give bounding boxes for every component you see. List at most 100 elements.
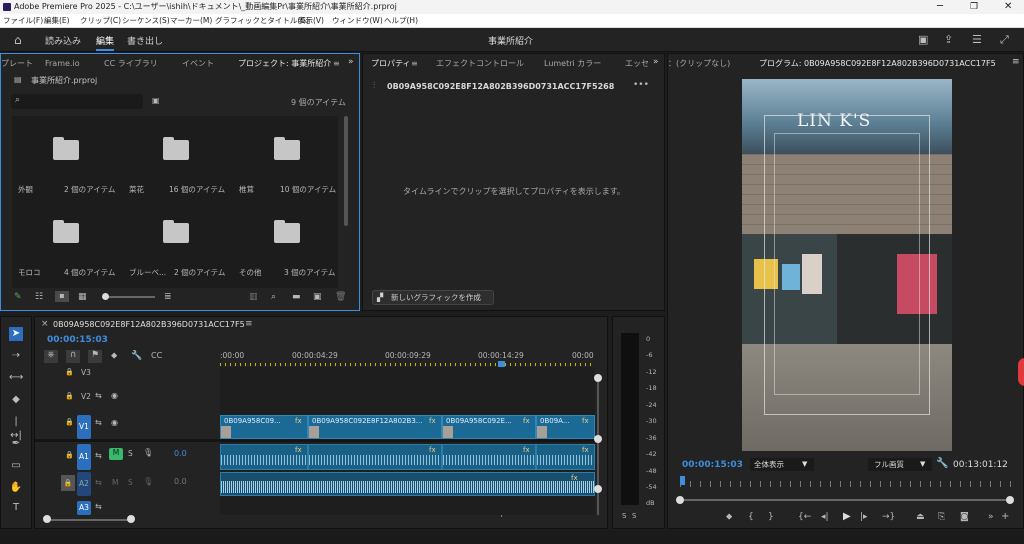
track-volume[interactable]: 0.0 [174,477,187,486]
menu-marker[interactable]: マーカー(M) [170,14,212,28]
share-icon[interactable]: ⇪ [944,33,953,46]
folder-icon[interactable] [274,137,300,160]
tab-effect-controls[interactable]: エフェクトコントロール [436,56,524,72]
lock-icon[interactable]: 🔒 [65,451,74,459]
panel-menu-icon[interactable]: ≡ [333,56,340,72]
list-view-icon[interactable]: ☷ [35,292,43,302]
type-tool-icon[interactable]: T [9,501,23,515]
tab-lumetri[interactable]: Lumetri カラー [544,56,601,72]
music-clip[interactable]: fx [220,472,595,496]
folder-icon[interactable] [53,220,79,243]
folder-icon[interactable] [163,220,189,243]
video-frame[interactable]: LIN K'S [742,79,952,451]
zoom-slider-handle[interactable] [102,293,109,300]
mark-in-icon[interactable]: { [748,512,754,522]
zoom-slider[interactable] [102,293,155,300]
go-to-in-icon[interactable]: {← [798,512,811,522]
minimize-icon[interactable]: ─ [937,0,943,14]
panel-menu-icon[interactable]: ≡ [245,319,253,329]
freeform-view-icon[interactable]: ▦ [78,292,87,302]
play-icon[interactable]: ▶ [843,511,851,522]
bin-scrollbar[interactable] [344,116,348,226]
ripple-edit-icon[interactable]: ⟷ [9,371,23,385]
tab-frameio[interactable]: Frame.io [45,56,80,72]
toggle-sync-icon[interactable]: ⇆ [95,418,102,427]
tab-properties[interactable]: プロパティ [371,56,411,72]
find-icon[interactable]: ⌕ [271,292,276,302]
track-volume[interactable]: 0.0 [174,449,187,458]
scroll-handle-top[interactable] [594,374,602,382]
monitor-zoom-bar[interactable] [676,496,1014,504]
quality-dropdown[interactable]: フル画質 ▼ [868,458,932,471]
menu-help[interactable]: ヘルプ(H) [384,14,418,28]
lock-icon[interactable]: 🔒 [61,475,75,491]
audio-clip[interactable]: fx [536,444,595,470]
icon-view-icon[interactable]: ▪ [55,291,69,302]
video-clip[interactable]: 0B09A958C092E8F12A802B3... fx [308,415,442,439]
slip-icon[interactable]: |↔| [9,415,23,441]
toggle-sync-icon[interactable]: ⇆ [95,391,102,400]
menu-clip[interactable]: クリップ(C) [80,14,121,28]
horizontal-scrollbar[interactable] [47,519,131,521]
monitor-ruler[interactable] [680,481,1015,487]
scroll-handle-bottom[interactable] [594,435,602,443]
linked-selection-icon[interactable]: ⚑ [88,350,102,363]
menu-window[interactable]: ウィンドウ(W) [332,14,383,28]
tab-export[interactable]: 書き出し [127,34,163,47]
add-button-icon[interactable]: + [1001,511,1009,522]
toggle-sync-icon[interactable]: ⇆ [95,451,102,460]
folder-icon[interactable] [163,137,189,160]
step-back-icon[interactable]: ◂| [821,512,829,522]
lift-icon[interactable]: ⏏ [916,512,925,522]
mic-icon[interactable]: 🎙 [143,477,153,486]
pen-icon[interactable]: ✒ [9,437,23,451]
camera-icon[interactable]: ◙ [960,512,969,522]
tab-edit[interactable]: 編集 [96,34,115,51]
toggle-sync-icon[interactable]: ⇆ [95,502,102,511]
track-target-a3[interactable]: A3 [77,501,91,515]
nest-icon[interactable]: ⎈ [44,350,58,363]
mark-out-icon[interactable]: } [768,512,774,522]
menu-sequence[interactable]: シーケンス(S) [122,14,170,28]
mute-button[interactable]: M [109,448,123,460]
menu-edit[interactable]: 編集(E) [44,14,70,28]
solo-left-button[interactable]: S [622,512,626,520]
monitor-playhead[interactable] [680,476,685,485]
captions-icon[interactable]: CC [151,351,162,360]
rectangle-icon[interactable]: ▭ [9,459,23,473]
eye-icon[interactable]: ◉ [111,391,118,400]
solo-button[interactable]: S [128,478,133,487]
razor-icon[interactable]: ◆ [9,393,23,407]
program-timecode[interactable]: 00:00:15:03 [682,460,743,470]
lock-icon[interactable]: 🔒 [65,418,74,426]
track-select-icon[interactable]: ⇢ [9,349,23,363]
hscroll-handle-left[interactable] [43,515,51,523]
new-item-icon[interactable]: ▣ [313,292,322,302]
automate-icon[interactable]: ▥ [249,292,258,302]
tab-import[interactable]: 読み込み [45,34,81,47]
snap-icon[interactable]: ∩ [66,350,80,363]
tab-cc-libraries[interactable]: CC ライブラリ [104,56,158,72]
tab-program[interactable]: プログラム: 0B09A958C092E8F12A802B396D0731ACC… [759,56,996,72]
audio-clip[interactable]: fx [308,444,442,470]
more-tabs-icon[interactable]: » [653,57,659,67]
folder-icon[interactable] [53,137,79,160]
close-icon[interactable]: ✕ [1004,0,1012,14]
more-buttons-icon[interactable]: » [988,512,994,522]
quick-export-icon[interactable]: ▣ [918,33,928,46]
video-clip[interactable]: 0B09A958C09... fx [220,415,308,439]
mic-icon[interactable]: 🎙 [143,448,153,457]
lock-icon[interactable]: 🔒 [65,368,74,376]
scroll-handle-audio[interactable] [594,485,602,493]
video-clip[interactable]: 0B09A... fx [536,415,595,439]
floating-badge[interactable] [1018,358,1024,386]
search-input[interactable]: ⌕ [11,94,143,109]
tab-essential[interactable]: エッセ [625,56,649,72]
sequence-tab[interactable]: 0B09A958C092E8F12A802B396D0731ACC17F5 [53,320,245,329]
wrench-icon[interactable]: 🔧 [936,458,948,469]
tab-plate[interactable]: プレート [1,56,33,72]
menu-view[interactable]: 表示(V) [298,14,324,28]
audio-clip[interactable]: fx [442,444,536,470]
more-tabs-icon[interactable]: » [348,57,354,67]
zoom-handle-left[interactable] [676,496,684,504]
